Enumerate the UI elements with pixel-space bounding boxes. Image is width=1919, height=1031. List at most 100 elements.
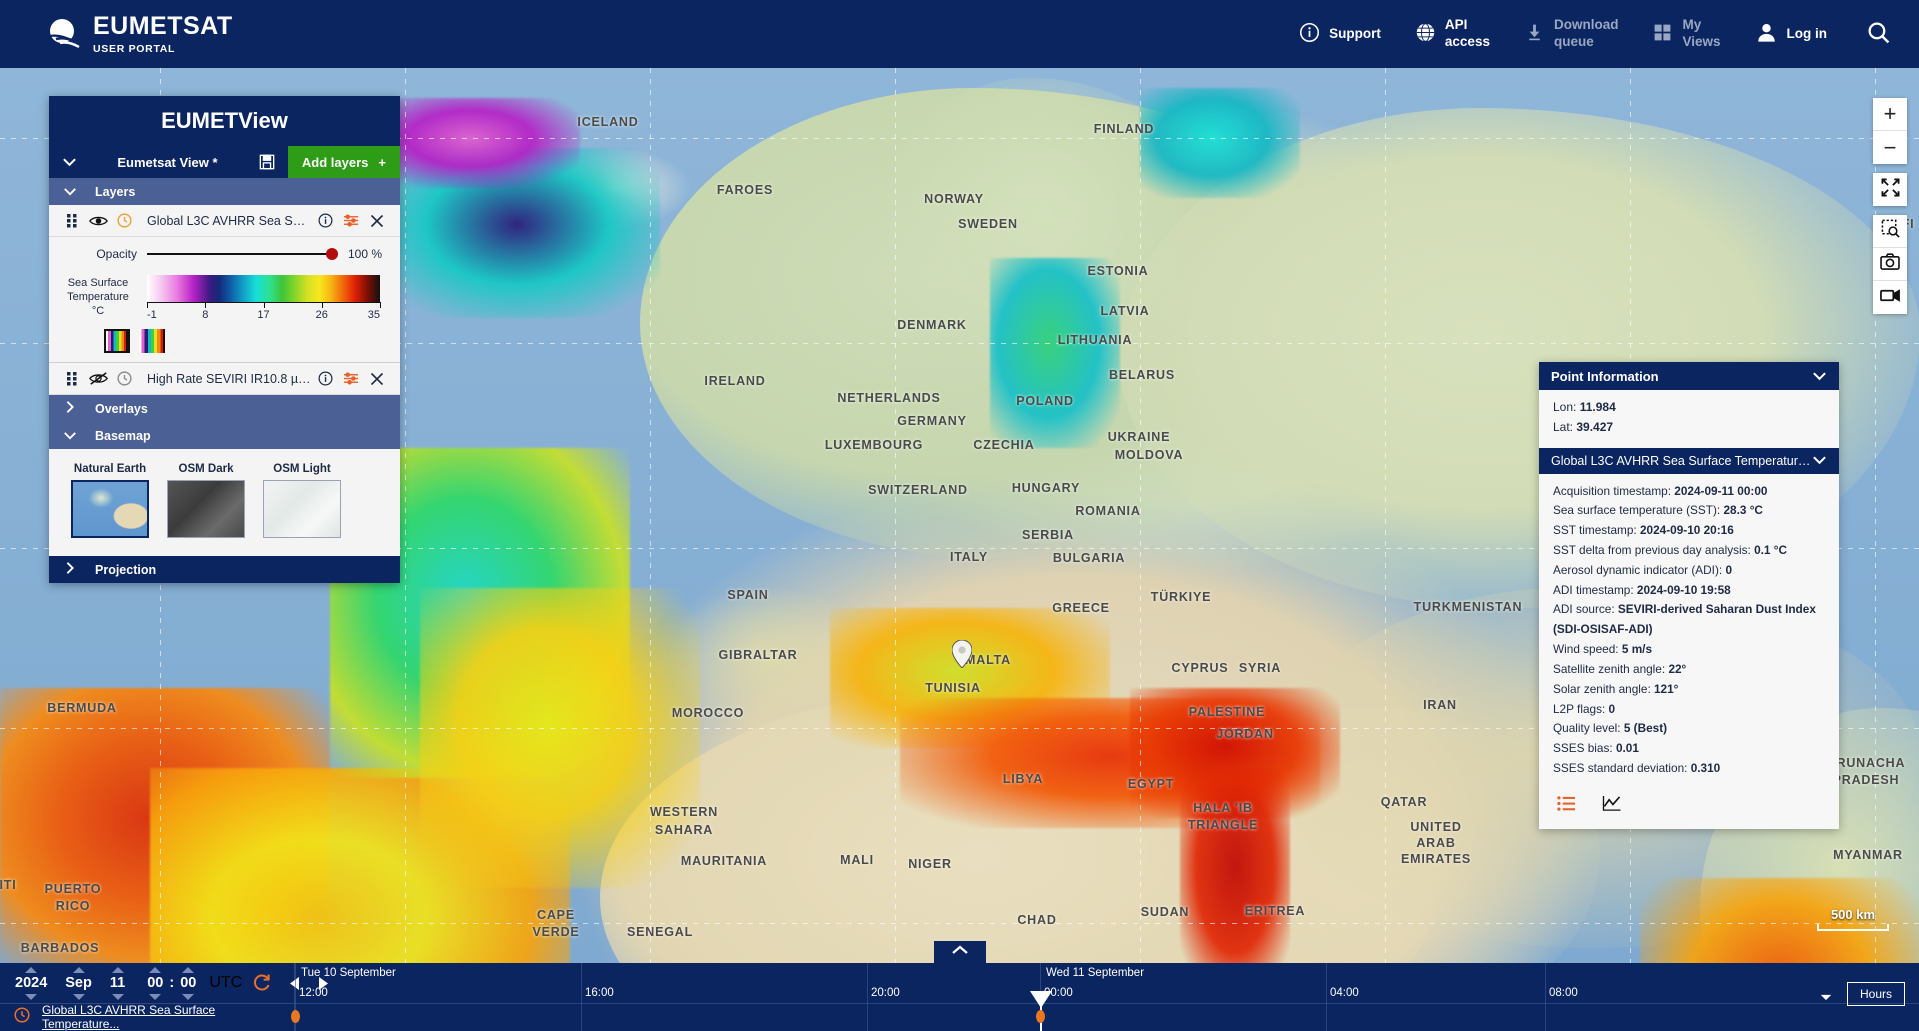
point-info-field-label: Quality level: [1553,721,1624,736]
colorbar-unit: °C [91,304,105,317]
slider-knob[interactable] [326,248,338,260]
info-circle-icon[interactable] [312,371,338,386]
point-info-field: Aerosol dynamic indicator (ADI): 0 [1553,561,1825,581]
timeline-track[interactable]: Hours Tue 10 September Wed 11 September 12… [291,963,1919,1031]
stepper-up-icon[interactable] [180,965,196,974]
timeline-cursor-handle[interactable] [1030,991,1052,1008]
nav-item-api-access[interactable]: API access [1398,0,1507,68]
section-layers[interactable]: Layers [49,178,400,205]
search-button[interactable] [1844,0,1919,68]
brand[interactable]: EUMETSAT USER PORTAL [47,13,233,55]
section-projection[interactable]: Projection [49,556,400,583]
eye-hidden-icon[interactable] [85,371,111,386]
section-basemap[interactable]: Basemap [49,422,400,449]
hour-stepper[interactable]: 00 [144,965,166,1001]
basemap-option-natural-earth[interactable]: Natural Earth [71,463,149,538]
point-information-header[interactable]: Point Information [1539,362,1839,390]
record-video-button[interactable] [1873,281,1907,314]
timeline-unit-button[interactable]: Hours [1846,982,1905,1006]
basemap-thumbnail[interactable] [71,480,149,538]
basemap-thumbnail[interactable] [263,480,341,538]
opacity-slider[interactable] [147,247,338,261]
screenshot-button[interactable] [1873,248,1907,281]
refresh-icon[interactable] [252,973,272,993]
timeline-layer-row[interactable]: Global L3C AVHRR Sea Surface Temperature… [0,1003,294,1031]
nav-item-my-views[interactable]: My Views [1635,0,1737,68]
day-stepper[interactable]: 11 [107,965,128,1001]
sliders-icon[interactable] [338,213,364,228]
palette-option-selected[interactable] [104,329,130,353]
collapse-timeline-handle[interactable] [933,941,986,963]
point-info-layer-header[interactable]: Global L3C AVHRR Sea Surface Temperature… [1539,447,1839,474]
stepper-down-icon[interactable] [71,992,87,1001]
zoom-box-button[interactable] [1873,215,1907,248]
colorbar-tick [147,302,148,308]
point-info-field: Solar zenith angle: 121° [1553,680,1825,700]
nav-item-download-queue[interactable]: Download queue [1507,0,1636,68]
point-info-field-value: 2024-09-10 19:58 [1636,582,1731,597]
point-info-field-value: 0.310 [1690,760,1721,775]
graticule-line [0,923,1919,924]
year-stepper[interactable]: 2024 [12,965,50,1001]
save-disk-icon[interactable] [246,154,288,170]
timeline-data-dot[interactable] [1036,1010,1045,1023]
point-info-field: Quality level: 5 (Best) [1553,719,1825,739]
point-info-field-value: 22° [1668,661,1687,676]
point-info-field-label: ADI timestamp: [1553,582,1637,597]
palette-option[interactable] [139,329,165,353]
point-info-field: ADI source: SEVIRI-derived Saharan Dust … [1553,600,1825,640]
list-view-icon[interactable] [1557,795,1576,815]
nav-item-log-in[interactable]: Log in [1738,0,1845,68]
point-info-field: SST timestamp: 2024-09-10 20:16 [1553,521,1825,541]
close-x-icon[interactable] [364,372,390,386]
stepper-down-icon[interactable] [23,992,39,1001]
chevron-up-icon [951,943,969,961]
minute-stepper[interactable]: 00 [177,965,199,1001]
timeline-datetime-controls: 2024 Sep 11 00 : 00 UTC Global L3C AVHRR… [0,963,329,1031]
drag-handle-icon[interactable] [59,213,85,228]
basemap-option-osm-dark[interactable]: OSM Dark [167,463,245,538]
info-circle-icon[interactable] [312,213,338,228]
section-overlays[interactable]: Overlays [49,395,400,422]
lon-value: 11.984 [1579,400,1616,414]
nav-label: API [1444,17,1468,33]
chevron-down-icon[interactable] [1819,989,1833,1007]
timeline-data-dot[interactable] [291,1010,300,1023]
location-pin-icon[interactable] [951,639,973,669]
stepper-up-icon[interactable] [23,965,39,974]
chevron-down-icon[interactable] [1812,369,1827,384]
add-layers-button[interactable]: Add layers + [287,146,400,178]
stepper-up-icon[interactable] [71,965,87,974]
stepper-down-icon[interactable] [180,992,196,1001]
month-stepper[interactable]: Sep [62,965,95,1001]
timeline-tick-label: 16:00 [585,987,614,999]
point-info-field-value: 0.1 °C [1754,543,1787,558]
eye-visible-icon[interactable] [85,214,111,228]
sliders-icon[interactable] [338,371,364,386]
fullscreen-button[interactable] [1873,173,1907,206]
basemap-thumbnail[interactable] [167,480,245,538]
stepper-down-icon[interactable] [110,992,126,1001]
basemap-label: Natural Earth [73,463,147,475]
fullscreen-icon [1881,178,1900,202]
drag-handle-icon[interactable] [59,371,85,386]
stepper-up-icon[interactable] [110,965,126,974]
layer-row[interactable]: High Rate SEVIRI IR10.8 µm... [49,363,400,395]
chart-line-icon[interactable] [1602,795,1622,815]
zoom-out-button[interactable]: − [1873,131,1907,164]
fullscreen-control [1873,173,1907,206]
graticule-line [1385,68,1386,963]
layer-row[interactable]: Global L3C AVHRR Sea Surf... [49,205,400,237]
plus-icon: + [378,154,386,170]
basemap-option-osm-light[interactable]: OSM Light [263,463,341,538]
chevron-down-icon[interactable] [1812,454,1827,468]
nav-item-support[interactable]: Support [1282,0,1398,68]
clock-icon[interactable] [111,213,137,228]
close-x-icon[interactable] [364,214,390,228]
stepper-up-icon[interactable] [147,965,163,974]
view-collapse-chevron-down-icon[interactable] [49,155,89,170]
zoom-in-button[interactable]: + [1873,98,1907,131]
clock-icon[interactable] [111,371,137,386]
stepper-down-icon[interactable] [147,992,163,1001]
colorbar-tick [380,302,381,308]
